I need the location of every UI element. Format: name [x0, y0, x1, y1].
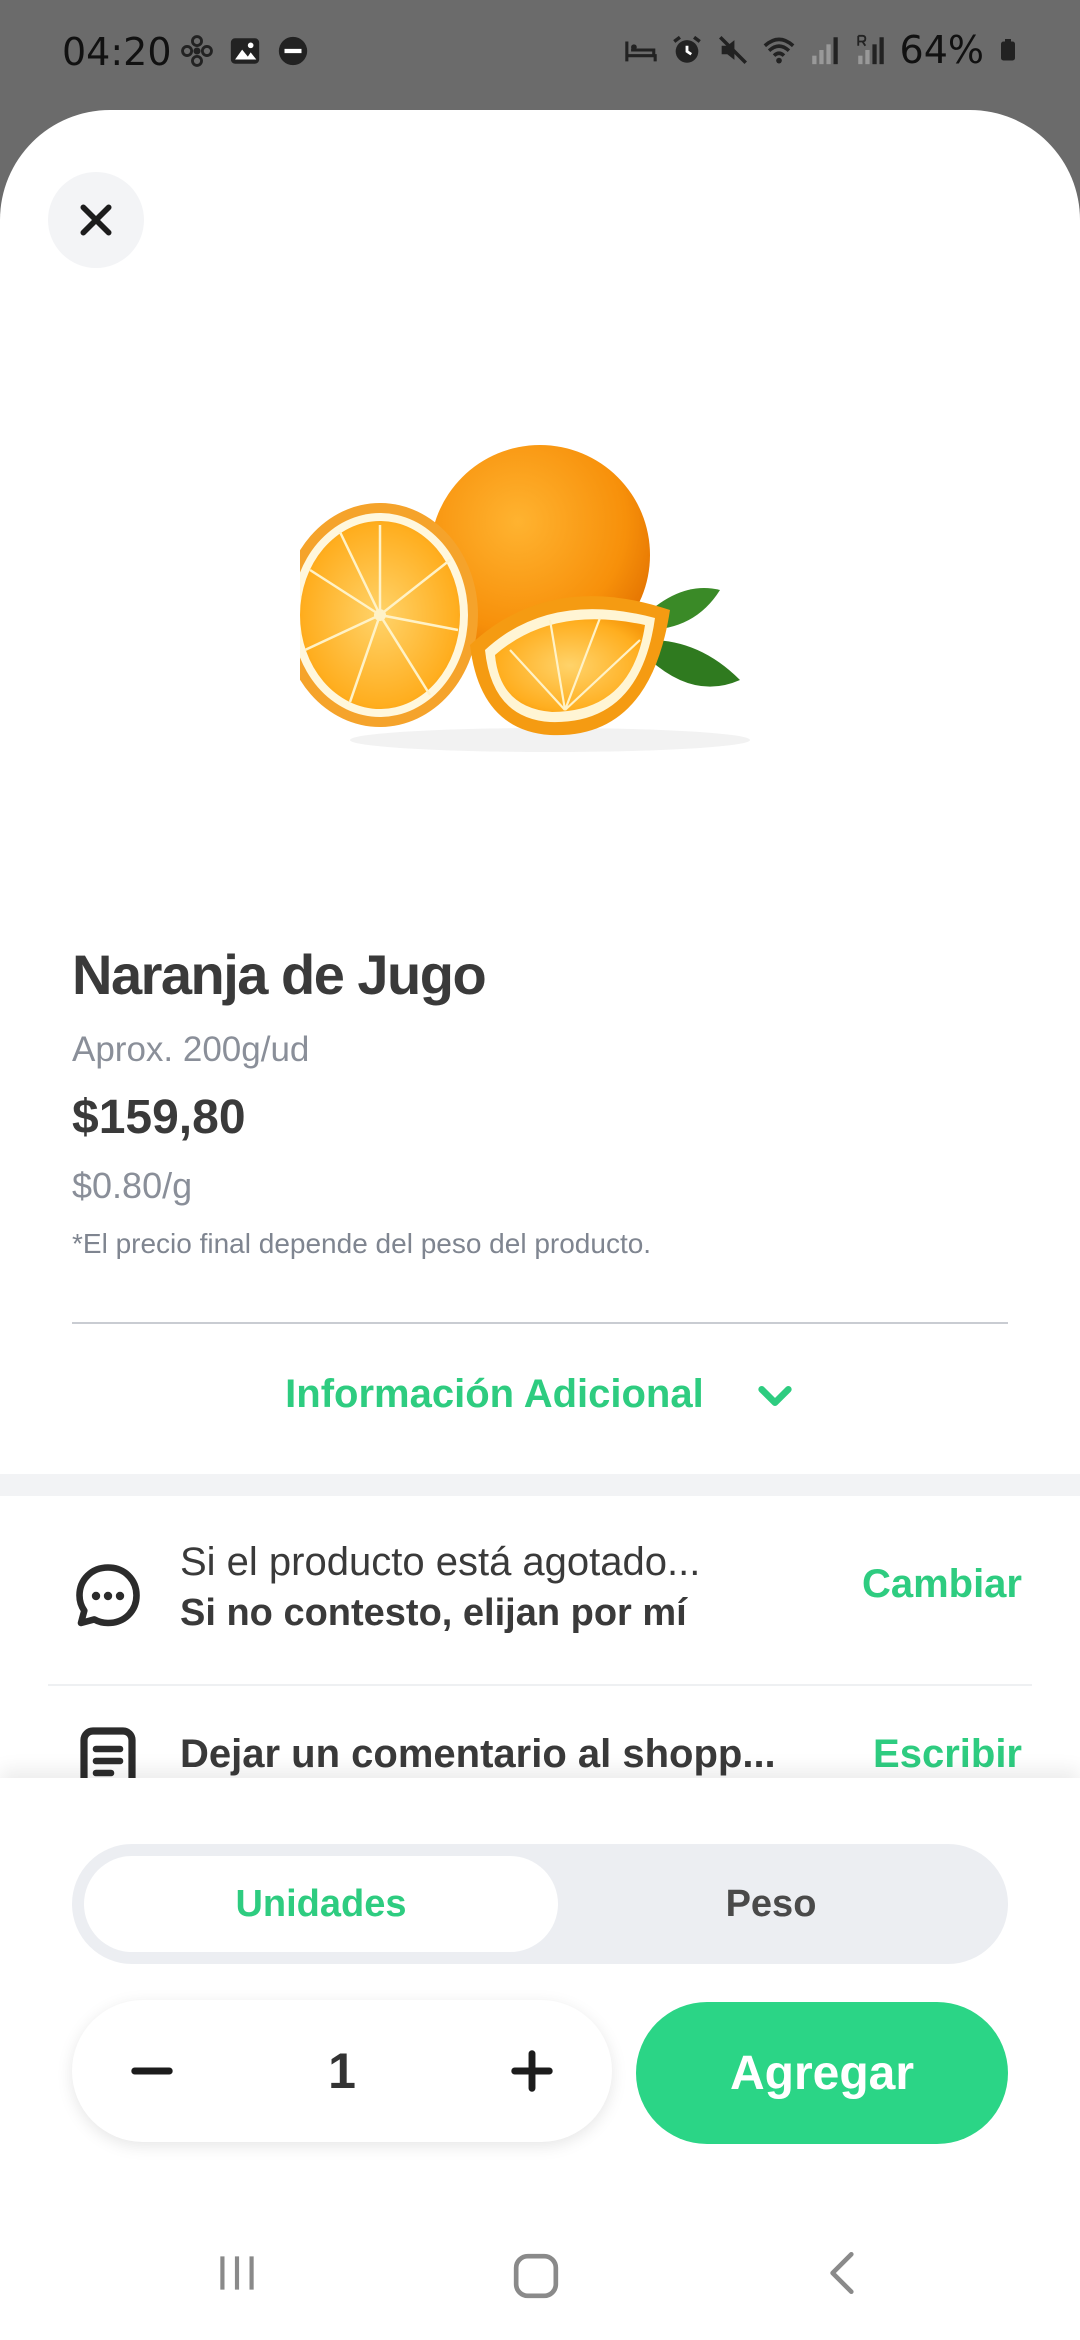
signal-r-icon	[856, 34, 884, 65]
fan-icon	[181, 35, 213, 67]
weight-tab[interactable]: Peso	[546, 1856, 996, 1952]
increment-button[interactable]	[492, 2031, 572, 2111]
units-tab[interactable]: Unidades	[84, 1856, 558, 1952]
chevron-down-icon	[758, 1386, 792, 1407]
product-price: $159,80	[72, 1091, 246, 1144]
price-note: *El precio final depende del peso del pr…	[72, 1228, 652, 1259]
comment-label: Dejar un comentario al shopp...	[180, 1732, 776, 1776]
out-of-stock-preference-row: Si el producto está agotado... Si no con…	[48, 1530, 1032, 1680]
add-to-cart-button[interactable]: Agregar	[636, 2002, 1008, 2144]
mute-icon	[718, 35, 747, 65]
home-icon[interactable]	[508, 2248, 564, 2304]
unit-price: $0.80/g	[72, 1165, 193, 1206]
close-icon	[80, 204, 112, 236]
product-image	[300, 445, 750, 752]
back-icon[interactable]	[818, 2248, 868, 2298]
image-icon	[230, 38, 260, 64]
product-sheet: Naranja de Jugo Aprox. 200g/ud $159,80 $…	[0, 110, 1080, 2340]
quantity-mode-toggle: Unidades Peso	[72, 1844, 1008, 1964]
additional-info-toggle[interactable]: Información Adicional	[0, 1372, 1080, 1417]
product-name: Naranja de Jugo	[72, 943, 487, 1006]
write-comment-button[interactable]: Escribir	[873, 1732, 1022, 1777]
chat-bubble-icon	[76, 1564, 140, 1627]
additional-info-label: Información Adicional	[285, 1372, 704, 1416]
dnd-icon	[278, 36, 308, 66]
out-of-stock-choice: Si no contesto, elijan por mí	[180, 1592, 687, 1634]
status-time: 04:20	[62, 30, 172, 74]
close-button[interactable]	[48, 172, 144, 268]
status-bar: 04:20 64%	[0, 0, 1080, 110]
wifi-icon	[763, 37, 794, 64]
battery-icon	[1001, 39, 1015, 61]
section-separator	[0, 1474, 1080, 1496]
change-button[interactable]: Cambiar	[862, 1562, 1022, 1607]
sleep-icon	[624, 41, 657, 62]
signal-icon	[811, 37, 838, 65]
system-nav-bar	[0, 2160, 1080, 2340]
out-of-stock-question: Si el producto está agotado...	[180, 1540, 701, 1584]
alarm-icon	[672, 35, 701, 63]
approx-weight: Aprox. 200g/ud	[72, 1030, 310, 1069]
divider	[72, 1322, 1008, 1324]
row-divider	[48, 1684, 1032, 1686]
battery-percent: 64%	[899, 28, 984, 72]
recent-apps-icon[interactable]	[212, 2248, 262, 2298]
plus-icon	[511, 2050, 553, 2092]
quantity-stepper: 1	[72, 2000, 612, 2142]
